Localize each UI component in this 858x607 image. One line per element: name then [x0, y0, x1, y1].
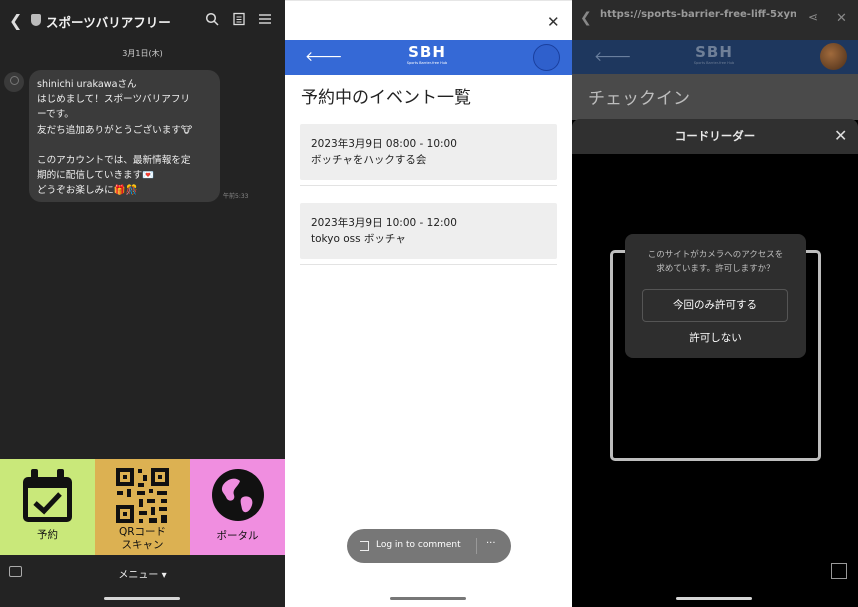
- qr-code-icon: [116, 468, 169, 523]
- globe-icon: [212, 469, 264, 521]
- permission-message: このサイトがカメラへのアクセスを 求めています。許可しますか？: [647, 250, 784, 274]
- calendar-check-icon: [23, 469, 72, 522]
- rich-menu-toggle[interactable]: メニュー ▾: [0, 566, 285, 581]
- page-title: チェックイン: [588, 89, 690, 109]
- event-datetime: 2023年3月9日 10:00 - 12:00: [311, 217, 457, 229]
- close-icon[interactable]: ✕: [834, 126, 847, 145]
- back-chevron-icon[interactable]: ❮: [9, 11, 22, 30]
- page-title: 予約中のイベント一覧: [301, 88, 471, 108]
- code-reader-modal-header: コードリーダー ✕: [572, 119, 858, 154]
- modal-title: コードリーダー: [674, 129, 756, 143]
- chat-title: スポーツバリアフリー: [46, 15, 171, 30]
- checkin-code-reader-screen: ❮ https://sports-barrier-free-liff-5xyn-…: [572, 0, 858, 607]
- share-icon[interactable]: ⋖: [808, 10, 818, 24]
- back-arrow-icon[interactable]: 🡐: [305, 48, 343, 65]
- avatar[interactable]: [820, 43, 847, 70]
- picture-in-picture-icon[interactable]: [831, 563, 847, 579]
- close-icon[interactable]: ✕: [836, 11, 847, 26]
- event-card[interactable]: 2023年3月9日 10:00 - 12:00 tokyo oss ボッチャ: [300, 203, 557, 259]
- event-name: tokyo oss ボッチャ: [311, 233, 406, 245]
- url-text: https://sports-barrier-free-liff-5xyn-..…: [600, 9, 796, 20]
- event-card[interactable]: 2023年3月9日 08:00 - 10:00 ボッチャをハックする会: [300, 124, 557, 180]
- message-bubble: shinichi urakawaさん はじめまして！スポーツバリアフリ ーです。…: [29, 70, 220, 202]
- rich-menu-portal[interactable]: ポータル: [190, 459, 285, 555]
- sbh-logo: SBH Sports Barrier-free Hub: [693, 43, 735, 66]
- message-time: 午前5:33: [223, 193, 249, 200]
- login-icon: [360, 541, 369, 551]
- rich-menu-qr-scan[interactable]: QRコード スキャン: [95, 459, 190, 555]
- chat-date: 3月1日(木): [122, 49, 163, 58]
- rich-menu-reserve[interactable]: 予約: [0, 459, 95, 555]
- event-datetime: 2023年3月9日 08:00 - 10:00: [311, 138, 457, 150]
- rich-menu-label: ポータル: [216, 530, 259, 542]
- divider: [300, 185, 557, 186]
- login-to-comment-pill: Log in to comment ···: [347, 529, 511, 563]
- camera-permission-dialog: このサイトがカメラへのアクセスを 求めています。許可しますか？ 今回のみ許可する…: [625, 234, 806, 358]
- chat-bottom-bar: メニュー ▾: [0, 555, 285, 607]
- back-chevron-icon[interactable]: ❮: [580, 10, 592, 26]
- app-navbar: 🡐 SBH Sports Barrier-free Hub: [572, 40, 858, 74]
- close-icon[interactable]: ✕: [547, 13, 560, 31]
- verified-shield-icon: [31, 14, 41, 26]
- divider: [300, 264, 557, 265]
- back-arrow-icon[interactable]: 🡐: [594, 48, 632, 65]
- deny-button[interactable]: 許可しない: [625, 330, 806, 345]
- rich-menu-label: QRコード スキャン: [118, 526, 167, 551]
- divider: [476, 538, 477, 554]
- app-navbar: 🡐 SBH Sports Barrier-free Hub: [285, 40, 572, 75]
- avatar[interactable]: [4, 72, 24, 92]
- event-name: ボッチャをハックする会: [311, 154, 427, 166]
- liff-top-bar: ✕: [285, 0, 572, 40]
- rich-menu: 予約 QRコード スキャン ポータル: [0, 459, 285, 555]
- chat-header: ❮ スポーツバリアフリー: [0, 0, 285, 40]
- line-chat-screen: ❮ スポーツバリアフリー 3月1日(木) shinichi urakawaさん …: [0, 0, 285, 607]
- notes-icon[interactable]: [232, 12, 246, 26]
- home-indicator: [104, 597, 180, 600]
- more-options-button[interactable]: ···: [486, 538, 496, 549]
- search-icon[interactable]: [205, 12, 219, 26]
- menu-icon[interactable]: [258, 12, 272, 26]
- home-indicator: [676, 597, 752, 600]
- avatar[interactable]: [533, 44, 560, 71]
- home-indicator: [390, 597, 466, 600]
- browser-bar: ❮ https://sports-barrier-free-liff-5xyn-…: [572, 0, 858, 40]
- reservation-list-screen: ✕ 🡐 SBH Sports Barrier-free Hub 予約中のイベント一…: [285, 0, 572, 607]
- login-to-comment-button[interactable]: Log in to comment: [376, 540, 461, 550]
- allow-once-button[interactable]: 今回のみ許可する: [642, 289, 788, 322]
- sbh-logo: SBH Sports Barrier-free Hub: [406, 43, 448, 66]
- rich-menu-label: 予約: [37, 529, 58, 541]
